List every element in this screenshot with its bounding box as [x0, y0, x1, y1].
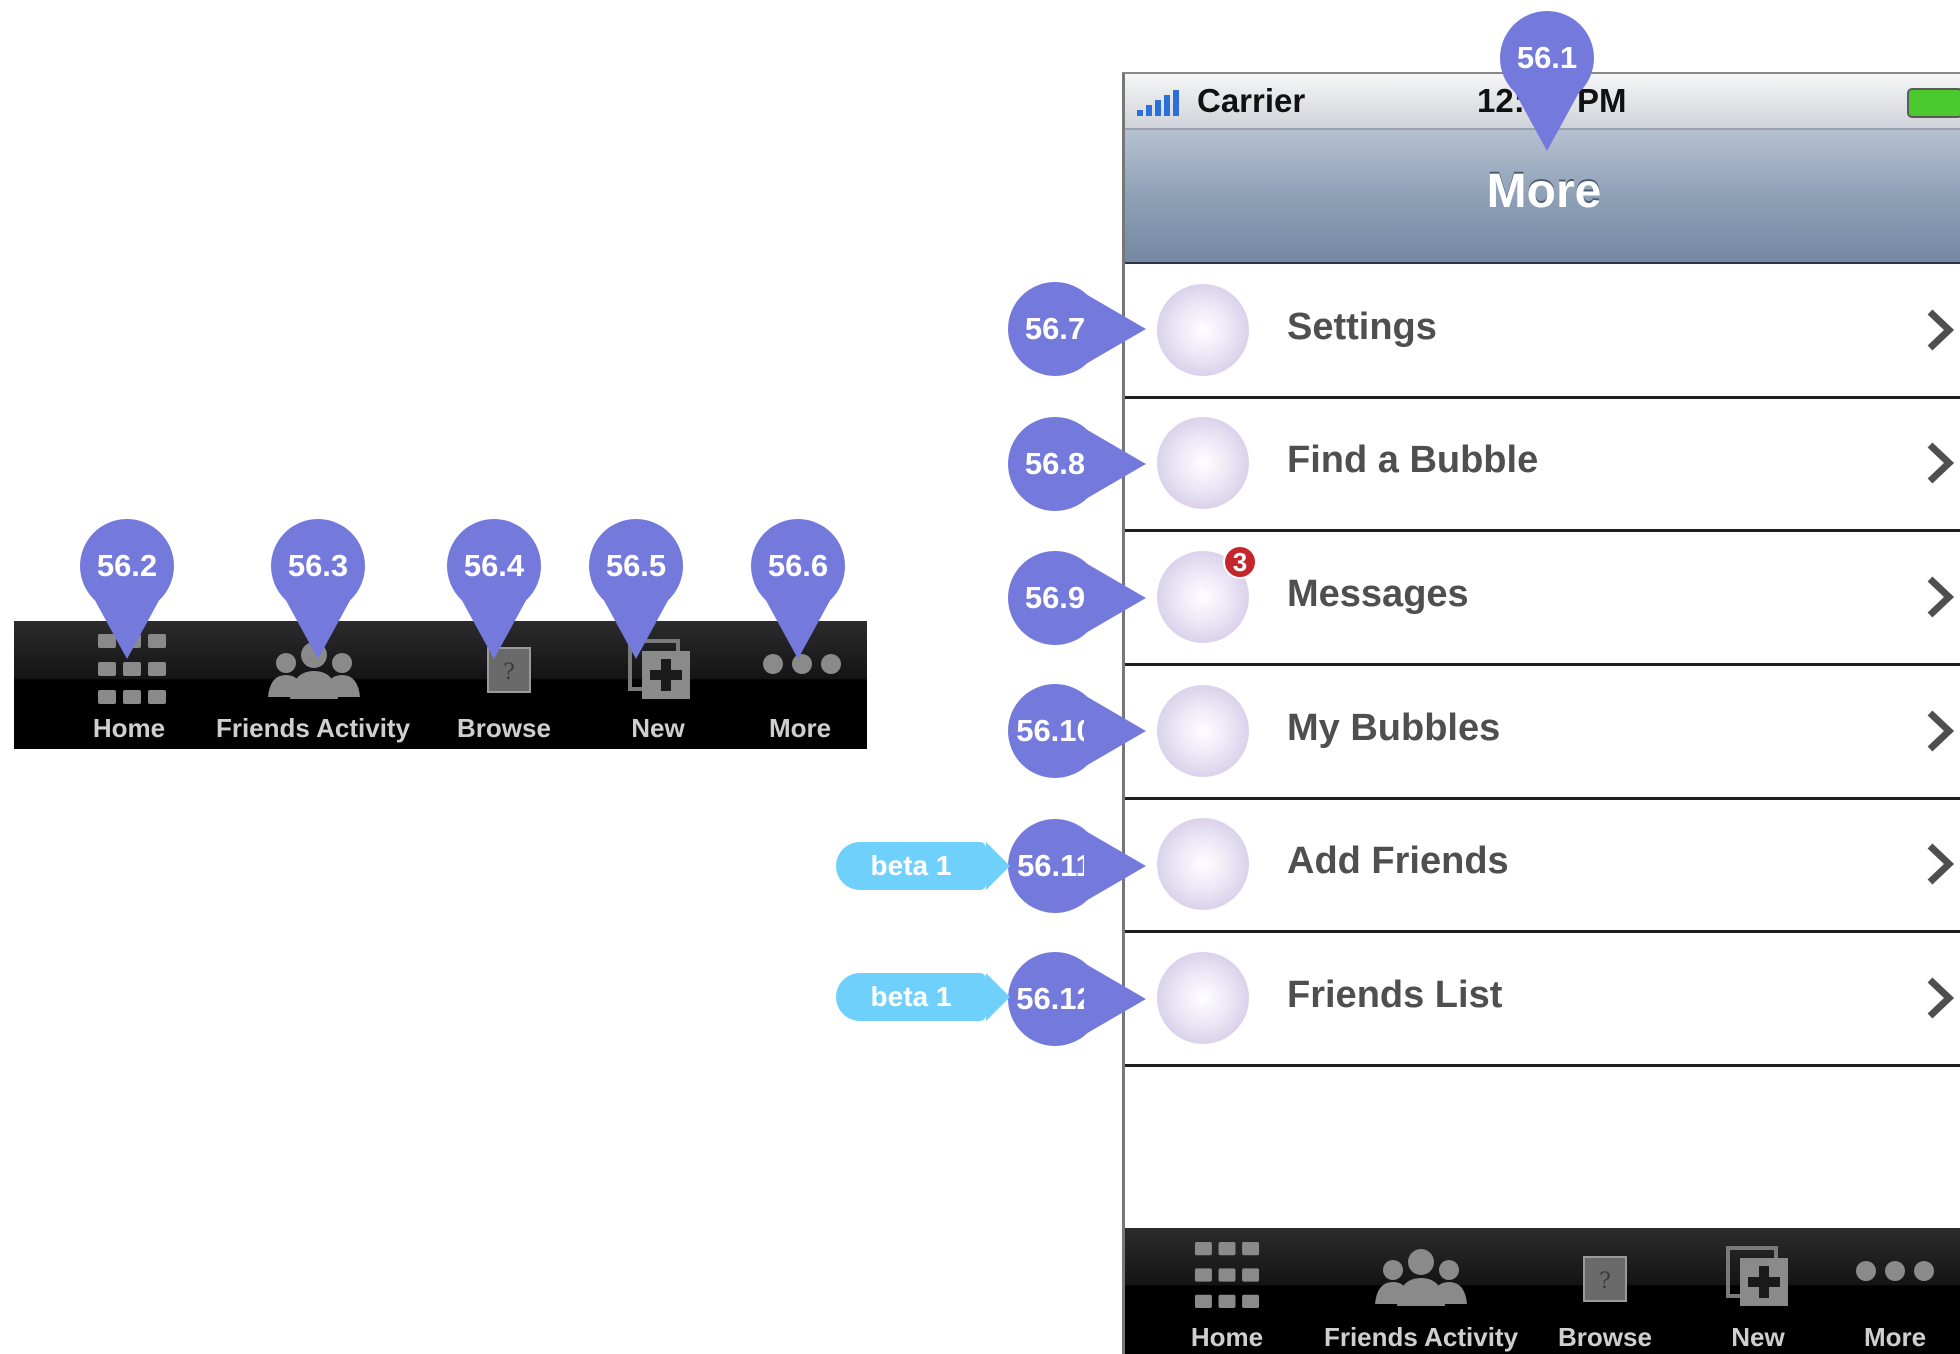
- chevron-right-icon: [1927, 309, 1955, 351]
- annotation-pin-56-8: 56.8: [1008, 417, 1146, 511]
- my-bubbles-icon: [1157, 685, 1249, 777]
- tab-home-label: Home: [1190, 1322, 1264, 1352]
- chevron-right-icon: [1927, 710, 1955, 752]
- people-icon: [1375, 1249, 1467, 1306]
- question-box-icon: ?: [1583, 1256, 1627, 1302]
- beta-tag: beta 1: [836, 842, 1010, 890]
- list-item-my-bubbles[interactable]: My Bubbles: [1125, 665, 1960, 800]
- annotation-pin-56-4: 56.4: [447, 519, 541, 659]
- signal-bars-icon: [1137, 90, 1179, 116]
- tab-home-label: Home: [92, 713, 166, 743]
- tab-friends-activity[interactable]: Friends Activity: [1309, 1228, 1533, 1354]
- annotation-pin-56-2: 56.2: [80, 519, 174, 659]
- list-item-find-a-bubble[interactable]: Find a Bubble: [1125, 397, 1960, 532]
- list-item-label: Find a Bubble: [1287, 439, 1539, 481]
- beta-tag: beta 1: [836, 973, 1010, 1021]
- chevron-right-icon: [1927, 442, 1955, 484]
- list-item-label: Settings: [1287, 306, 1437, 348]
- annotation-pin-56-5: 56.5: [589, 519, 683, 659]
- tab-more[interactable]: More: [1835, 1228, 1955, 1354]
- tab-new-label: New: [1731, 1322, 1785, 1352]
- annotation-pin-56-6: 56.6: [751, 519, 845, 659]
- annotation-pin-56-3: 56.3: [271, 519, 365, 659]
- battery-icon: [1907, 88, 1960, 118]
- list-item-friends-list[interactable]: Friends List: [1125, 932, 1960, 1067]
- tab-new[interactable]: New: [1698, 1228, 1818, 1354]
- list-item-messages[interactable]: 3 Messages: [1125, 531, 1960, 666]
- carrier-label: Carrier: [1197, 82, 1306, 119]
- list-item-label: My Bubbles: [1287, 707, 1501, 749]
- annotation-pin-56-9: 56.9: [1008, 551, 1146, 645]
- friends-list-icon: [1157, 952, 1249, 1044]
- tab-more-label: More: [1863, 1322, 1927, 1352]
- chevron-right-icon: [1927, 576, 1955, 618]
- tab-home[interactable]: Home: [1167, 1228, 1287, 1354]
- tab-friends-activity-label: Friends Activity: [1323, 1322, 1519, 1352]
- list-item-label: Add Friends: [1287, 840, 1509, 882]
- annotation-pin-56-12: 56.12: [1008, 952, 1146, 1046]
- status-time-right: PM: [1577, 82, 1627, 119]
- chevron-right-icon: [1927, 977, 1955, 1019]
- tab-new-label: New: [631, 713, 685, 743]
- tab-browse-label: Browse: [1558, 1322, 1652, 1352]
- annotation-pin-56-11: 56.11: [1008, 819, 1146, 913]
- svg-text:?: ?: [503, 660, 515, 685]
- grid-icon: [1194, 1242, 1260, 1308]
- phone-tab-bar: Home Friends Activity ? Browse New More: [1125, 1228, 1960, 1354]
- tab-friends-activity-label: Friends Activity: [215, 713, 411, 743]
- more-dots-icon: [1856, 1261, 1934, 1281]
- phone-screen: Carrier 12: PM More Settings Find a Bubb…: [1122, 72, 1960, 1354]
- unread-count-badge: 3: [1223, 545, 1257, 579]
- annotation-pin-56-7: 56.7: [1008, 282, 1146, 376]
- settings-icon: [1157, 284, 1249, 376]
- find-bubble-icon: [1157, 417, 1249, 509]
- page-title: More: [1486, 165, 1602, 218]
- add-friends-icon: [1157, 818, 1249, 910]
- annotation-pin-56-10: 56.10: [1008, 684, 1146, 778]
- svg-text:?: ?: [1599, 1269, 1611, 1294]
- new-plus-icon: [1726, 1246, 1788, 1306]
- tab-browse-label: Browse: [457, 713, 551, 743]
- list-item-add-friends[interactable]: Add Friends: [1125, 798, 1960, 933]
- list-item-settings[interactable]: Settings: [1125, 264, 1960, 399]
- list-item-label: Messages: [1287, 573, 1469, 615]
- tab-more-label: More: [768, 713, 832, 743]
- chevron-right-icon: [1927, 843, 1955, 885]
- tab-browse[interactable]: ? Browse: [1545, 1228, 1665, 1354]
- annotation-pin-56-1: 56.1: [1500, 11, 1594, 151]
- list-item-label: Friends List: [1287, 974, 1503, 1016]
